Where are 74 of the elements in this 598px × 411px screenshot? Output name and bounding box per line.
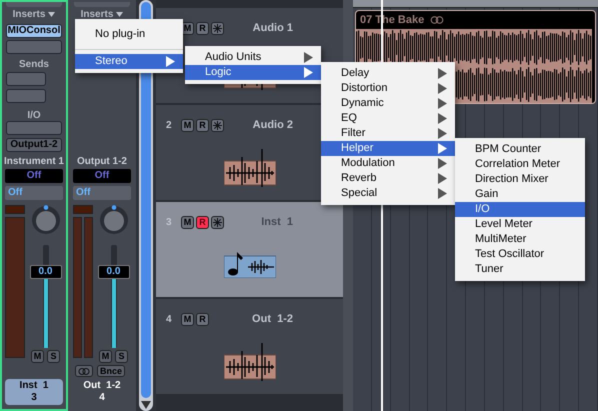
track-name: Audio 1	[252, 21, 293, 36]
footer-name: Inst 1	[20, 379, 48, 392]
mute-button[interactable]: M	[31, 350, 44, 363]
solo-button[interactable]: S	[115, 350, 128, 363]
footer-number: 3	[31, 392, 37, 404]
menu-item[interactable]: I/O	[455, 202, 585, 217]
menu-item[interactable]: BPM Counter	[455, 142, 585, 157]
menu-item[interactable]: Audio Units	[185, 50, 321, 65]
pan-knob[interactable]	[30, 205, 60, 235]
sends-label: Sends	[18, 58, 50, 69]
mute-button[interactable]: M	[181, 216, 194, 229]
timeline-ruler[interactable]	[353, 0, 598, 8]
empty-slot[interactable]	[6, 121, 62, 135]
freeze-button[interactable]	[211, 216, 224, 229]
note-waveform-icon	[224, 250, 276, 278]
menu-item[interactable]: Level Meter	[455, 217, 585, 232]
pan-knob[interactable]	[98, 205, 128, 235]
volume-readout[interactable]: 0.0	[30, 264, 62, 279]
solo-button[interactable]: S	[47, 350, 60, 363]
group-dropdown[interactable]: Off	[5, 186, 63, 200]
volume-fader[interactable]: 0.0	[98, 245, 130, 348]
snowflake-icon	[213, 120, 222, 130]
automation-display[interactable]: Off	[73, 169, 131, 183]
stereo-link-button[interactable]	[75, 365, 93, 377]
inserts-label[interactable]: Inserts	[80, 6, 114, 22]
record-button[interactable]: R	[196, 216, 209, 229]
menu-item[interactable]: Direction Mixer	[455, 172, 585, 187]
menu-item[interactable]: Test Oscillator	[455, 247, 585, 262]
track-name: Audio 2	[252, 118, 293, 133]
track-name: Output 1-2	[76, 155, 128, 169]
io-label: I/O	[26, 109, 42, 120]
empty-slot[interactable]	[6, 72, 46, 86]
menu-item[interactable]: MultiMeter	[455, 232, 585, 247]
empty-slot[interactable]	[6, 89, 46, 103]
record-button[interactable]: R	[196, 118, 209, 132]
menu-item[interactable]: Tuner	[455, 262, 585, 277]
footer-name: Out 1-2	[83, 379, 121, 392]
group-dropdown[interactable]: Off	[73, 186, 131, 200]
insert-slot[interactable]: MIOConsol	[6, 24, 62, 38]
track-name: Inst 1	[261, 215, 293, 230]
caret-icon	[116, 12, 124, 16]
freeze-button[interactable]	[211, 22, 224, 35]
caret-icon	[48, 12, 56, 16]
mute-button[interactable]: M	[181, 118, 194, 132]
link-rings-icon	[78, 368, 90, 374]
mute-button[interactable]: M	[181, 312, 194, 326]
stereo-rings-icon	[430, 16, 444, 24]
menu-item[interactable]: Logic	[185, 65, 321, 80]
record-button[interactable]: R	[196, 22, 209, 35]
automation-display[interactable]: Off	[5, 169, 63, 183]
snowflake-icon	[213, 218, 222, 227]
empty-slot[interactable]	[6, 40, 62, 54]
scroll-down-arrow-icon[interactable]	[141, 401, 151, 409]
audio-waveform-icon	[224, 340, 276, 381]
menu-item[interactable]: Correlation Meter	[455, 157, 585, 172]
volume-fader[interactable]: 0.0	[30, 245, 62, 348]
menu-item[interactable]: Gain	[455, 187, 585, 202]
snowflake-icon	[213, 24, 222, 33]
record-button[interactable]: R	[196, 312, 209, 326]
bounce-button[interactable]: Bnce	[97, 365, 125, 377]
mute-button[interactable]: M	[99, 350, 112, 363]
track-name: Out 1-2	[252, 312, 293, 327]
audio-waveform-icon	[224, 146, 276, 187]
volume-readout[interactable]: 0.0	[98, 264, 130, 279]
track-number: 2	[166, 118, 173, 133]
track-header[interactable]: 4 M R Out 1-2	[156, 299, 343, 396]
inserts-label[interactable]: Inserts	[12, 6, 46, 22]
menu-item[interactable]: Stereo	[75, 54, 183, 69]
insert-slot[interactable]: Output1-2	[6, 138, 62, 152]
track-number: 4	[166, 312, 173, 327]
footer-number: 4	[99, 392, 105, 404]
freeze-button[interactable]	[211, 118, 224, 132]
track-name: Instrument 1	[2, 155, 65, 169]
menu-item[interactable]: Helper	[321, 141, 455, 156]
